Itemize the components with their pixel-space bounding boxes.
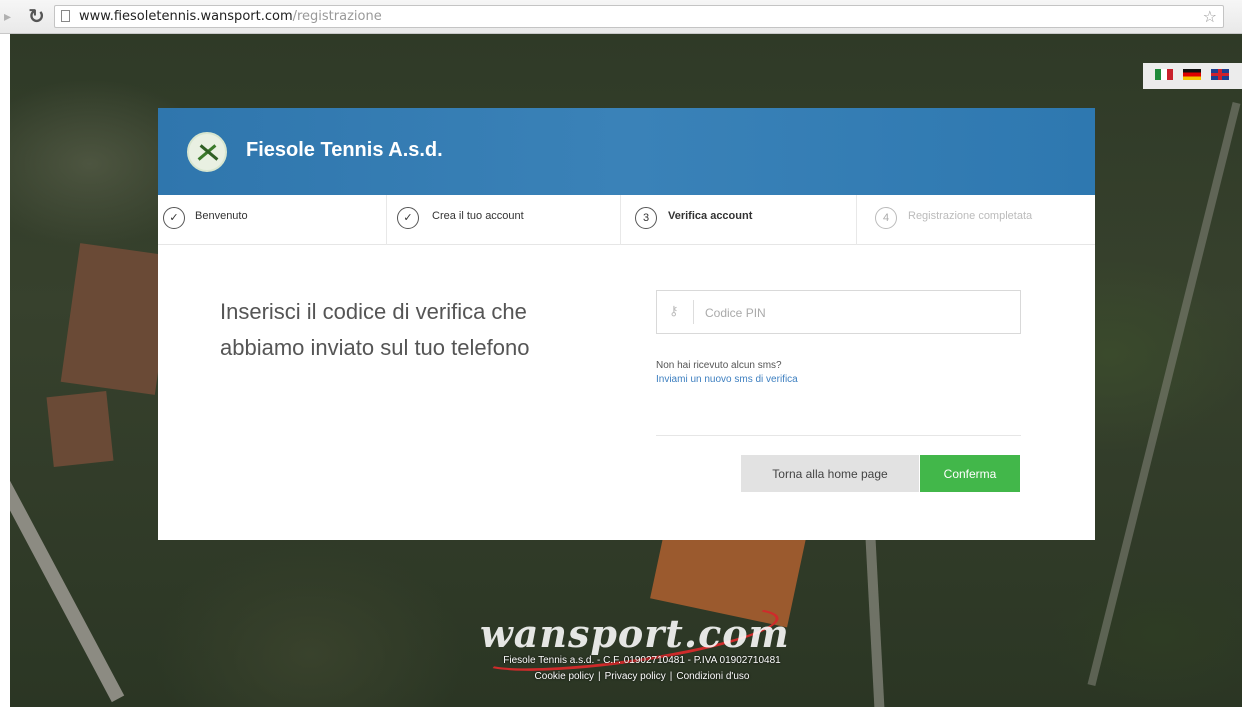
terms-link[interactable]: Condizioni d'uso: [676, 671, 749, 682]
no-sms-text: Non hai ricevuto alcun sms?: [656, 360, 782, 371]
step-registrazione-completata: 4 Registrazione completata: [857, 195, 1095, 245]
privacy-policy-link[interactable]: Privacy policy: [605, 671, 666, 682]
back-home-button[interactable]: Torna alla home page: [741, 455, 919, 492]
check-icon: ✓: [397, 207, 419, 229]
page-icon: [61, 10, 70, 22]
road: [865, 533, 885, 707]
field-divider: [693, 300, 694, 324]
url-host: www.fiesoletennis.wansport.com: [79, 9, 293, 24]
address-bar[interactable]: www.fiesoletennis.wansport.com/registraz…: [54, 5, 1224, 28]
step-number: 3: [635, 207, 657, 229]
resend-sms-link[interactable]: Inviami un nuovo sms di verifica: [656, 374, 798, 385]
footer-separator: |: [669, 671, 673, 682]
pin-field[interactable]: ⚷: [656, 290, 1021, 334]
reload-icon[interactable]: ↻: [28, 4, 45, 29]
pin-input[interactable]: [703, 299, 1007, 327]
url-text: www.fiesoletennis.wansport.com/registraz…: [79, 6, 382, 27]
browser-toolbar: ▸ ↻ www.fiesoletennis.wansport.com/regis…: [0, 0, 1242, 34]
club-logo-icon: [187, 132, 227, 172]
club-name: Fiesole Tennis A.s.d.: [246, 139, 443, 161]
step-verifica-account: 3 Verifica account: [621, 195, 857, 245]
road: [1087, 101, 1241, 687]
step-number: 4: [875, 207, 897, 229]
verification-instructions: Inserisci il codice di verifica che abbi…: [220, 299, 530, 360]
footer-company-info: Fiesole Tennis a.s.d. - C.F. 01902710481…: [503, 655, 781, 666]
url-path: /registrazione: [292, 9, 382, 24]
footer-links: Cookie policy | Privacy policy | Condizioni …: [452, 671, 832, 682]
card-body: Inserisci il codice di verifica che abbi…: [158, 245, 1095, 540]
step-label: Benvenuto: [195, 210, 248, 222]
language-selector: [1143, 63, 1242, 89]
forward-icon[interactable]: ▸: [4, 8, 11, 25]
step-benvenuto: ✓ Benvenuto: [158, 195, 387, 245]
step-label: Registrazione completata: [908, 210, 1033, 222]
wansport-logo: wansport.com: [480, 611, 790, 656]
step-label: Verifica account: [668, 210, 753, 222]
step-label: Crea il tuo account: [432, 210, 524, 222]
cookie-policy-link[interactable]: Cookie policy: [535, 671, 594, 682]
confirm-button[interactable]: Conferma: [920, 455, 1020, 492]
building-roof: [46, 391, 114, 467]
check-icon: ✓: [163, 207, 185, 229]
registration-card: Fiesole Tennis A.s.d. ✓ Benvenuto ✓ Crea…: [158, 108, 1095, 540]
bookmark-star-icon[interactable]: ☆: [1203, 6, 1217, 27]
registration-steps: ✓ Benvenuto ✓ Crea il tuo account 3 Veri…: [158, 195, 1095, 245]
germany-flag-icon[interactable]: [1183, 69, 1201, 80]
key-icon: ⚷: [669, 303, 679, 318]
italy-flag-icon[interactable]: [1155, 69, 1173, 80]
uk-flag-icon[interactable]: [1211, 69, 1229, 80]
card-header: Fiesole Tennis A.s.d.: [158, 108, 1095, 195]
step-crea-account: ✓ Crea il tuo account: [387, 195, 621, 245]
footer-separator: |: [598, 671, 601, 682]
divider: [656, 435, 1021, 436]
road: [10, 465, 125, 703]
